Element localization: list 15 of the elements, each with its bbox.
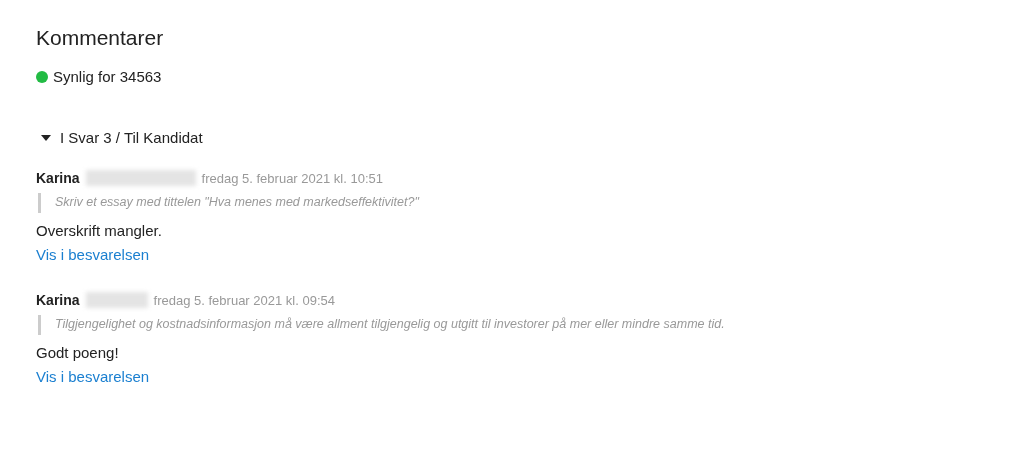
redacted-name: [85, 292, 148, 308]
quoted-text: Skriv et essay med tittelen "Hva menes med markedseffektivitet?": [38, 193, 977, 213]
show-in-answer-link[interactable]: Vis i besvarelsen: [36, 246, 150, 263]
caret-icon: [41, 134, 51, 141]
quoted-text: Tilgjengelighet og kostnadsinformasjon må være allment tilgjengelig og utgitt til investorer på mer eller mindre samme tid.: [38, 315, 977, 335]
section-toggle[interactable]: I Svar 3 / Til Kandidat: [36, 129, 203, 146]
comment-date: fredag 5. februar 2021 kl. 09:54: [153, 292, 335, 308]
author-name: Karina: [36, 292, 80, 308]
page-title: Kommentarer: [36, 26, 165, 50]
comment-date: fredag 5. februar 2021 kl. 10:51: [201, 170, 383, 186]
show-in-answer-link[interactable]: Vis i besvarelsen: [36, 368, 150, 385]
comment-text: Godt poeng!: [36, 344, 120, 361]
comment-text: Overskrift mangler.: [36, 222, 163, 239]
visibility-label: Synlig for 34563: [53, 68, 162, 85]
author-name: Karina: [36, 170, 80, 186]
